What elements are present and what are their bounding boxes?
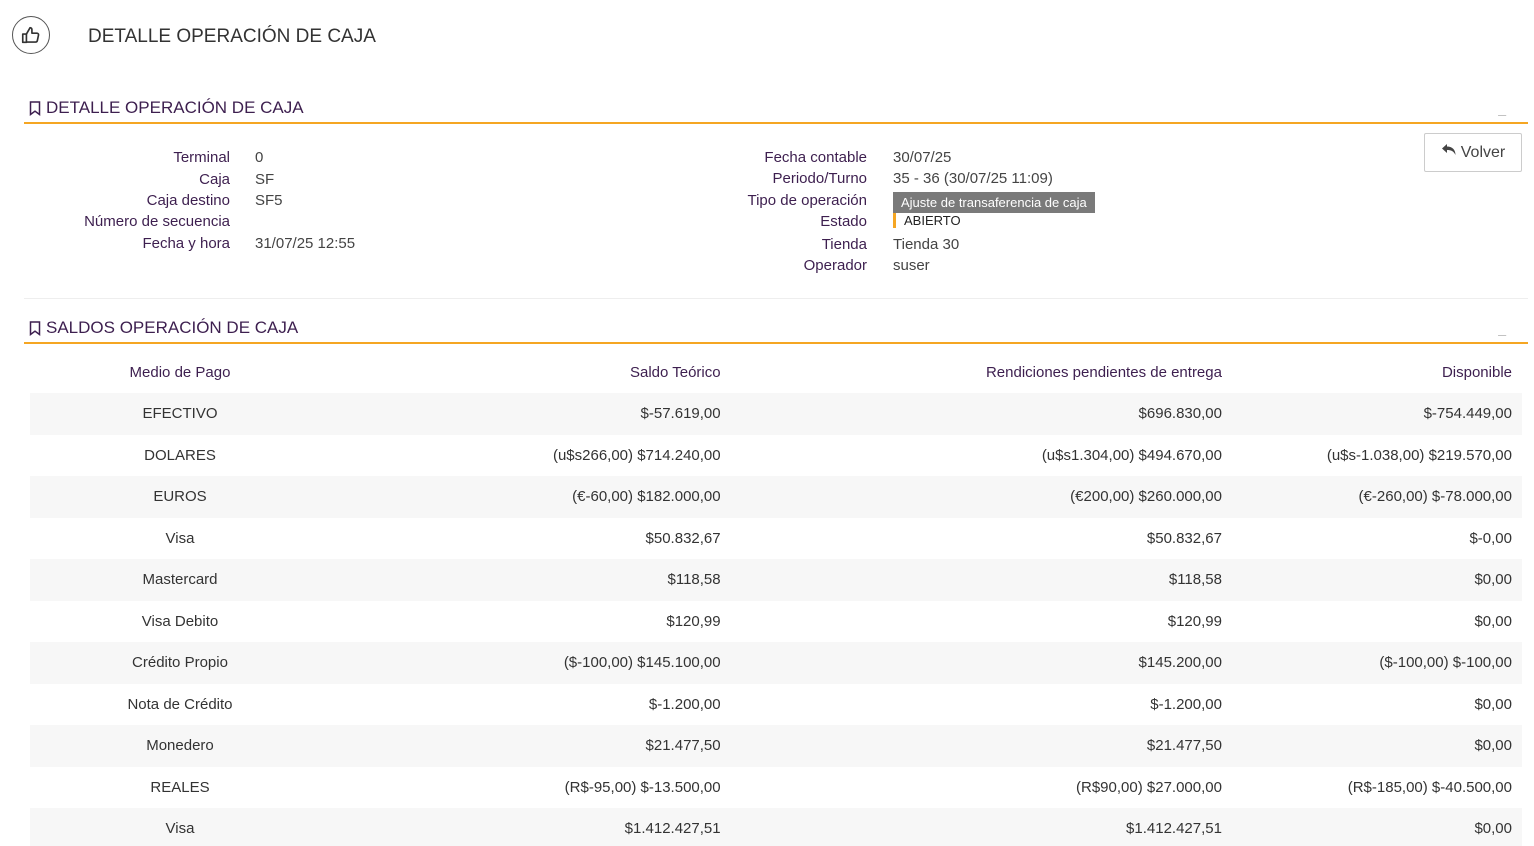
- reply-arrow-icon: [1441, 143, 1457, 162]
- minimize-icon[interactable]: _: [1498, 100, 1506, 116]
- operador-value: suser: [893, 257, 930, 274]
- rendiciones-cell: $118,58: [1168, 571, 1222, 589]
- medio-pago-cell: Visa Debito: [141, 612, 219, 630]
- disponible-cell: (u$s-1.038,00) $219.570,00: [1326, 446, 1512, 464]
- detail-section-title: DETALLE OPERACIÓN DE CAJA: [46, 98, 304, 117]
- section-divider: [24, 298, 1528, 299]
- saldo-teorico-cell: $118,58: [667, 571, 721, 589]
- fecha-hora-label: Fecha y hora: [142, 235, 230, 252]
- saldo-teorico-cell: (R$-95,00) $-13.500,00: [564, 778, 721, 796]
- saldo-teorico-cell: $-1.200,00: [648, 695, 721, 713]
- bookmark-icon: [29, 321, 41, 340]
- saldo-teorico-cell: $120,99: [666, 612, 721, 630]
- table-row: Visa Debito $120,99 $120,99 $0,00: [30, 601, 1522, 643]
- disponible-cell: (€-260,00) $-78.000,00: [1358, 488, 1512, 506]
- medio-pago-cell: EUROS: [153, 488, 207, 506]
- rendiciones-cell: $50.832,67: [1146, 529, 1222, 547]
- thumbs-up-icon[interactable]: [12, 16, 50, 54]
- disponible-cell: ($-100,00) $-100,00: [1379, 654, 1512, 672]
- periodo-turno-label: Periodo/Turno: [772, 170, 868, 187]
- page-title: DETALLE OPERACIÓN DE CAJA: [88, 26, 376, 47]
- disponible-cell: $0,00: [1474, 737, 1512, 755]
- table-row: EUROS (€-60,00) $182.000,00 (€200,00) $260…: [30, 476, 1522, 518]
- page-header: [12, 15, 50, 55]
- saldo-teorico-cell: $50.832,67: [645, 529, 721, 547]
- estado-label: Estado: [820, 213, 867, 230]
- medio-pago-cell: Visa: [165, 529, 195, 547]
- disponible-cell: $0,00: [1474, 695, 1512, 713]
- caja-label: Caja: [199, 171, 230, 188]
- saldos-section-title: SALDOS OPERACIÓN DE CAJA: [46, 318, 299, 337]
- disponible-cell: $0,00: [1474, 571, 1512, 589]
- rendiciones-cell: $21.477,50: [1146, 737, 1222, 755]
- medio-pago-cell: Visa: [165, 820, 195, 838]
- disponible-cell: (R$-185,00) $-40.500,00: [1347, 778, 1512, 796]
- saldo-teorico-cell: $21.477,50: [645, 737, 721, 755]
- disponible-cell: $-0,00: [1469, 529, 1512, 547]
- rendiciones-cell: (R$90,00) $27.000,00: [1076, 778, 1222, 796]
- medio-pago-cell: Mastercard: [142, 571, 218, 589]
- col-disponible[interactable]: Disponible: [1222, 352, 1522, 393]
- table-row: DOLARES (u$s266,00) $714.240,00 (u$s1.304,…: [30, 435, 1522, 477]
- tipo-operacion-label: Tipo de operación: [747, 192, 867, 209]
- rendiciones-cell: $-1.200,00: [1150, 695, 1222, 713]
- minimize-icon[interactable]: _: [1498, 320, 1506, 336]
- medio-pago-cell: DOLARES: [144, 446, 216, 464]
- col-saldo-teorico[interactable]: Saldo Teórico: [330, 352, 721, 393]
- rendiciones-cell: $145.200,00: [1138, 654, 1222, 672]
- saldo-teorico-cell: (u$s266,00) $714.240,00: [552, 446, 721, 464]
- fecha-contable-label: Fecha contable: [764, 149, 867, 166]
- tienda-value: Tienda 30: [893, 236, 960, 253]
- table-header-row: Medio de Pago Saldo Teórico Rendiciones …: [30, 352, 1522, 393]
- tipo-operacion-badge: Ajuste de transaferencia de caja: [893, 192, 1095, 213]
- table-row: EFECTIVO $-57.619,00 $696.830,00 $-754.449,…: [30, 393, 1522, 435]
- detail-section-header: DETALLE OPERACIÓN DE CAJA _: [24, 98, 1528, 124]
- rendiciones-cell: $1.412.427,51: [1126, 820, 1222, 838]
- table-row: Monedero $21.477,50 $21.477,50 $0,00: [30, 725, 1522, 767]
- fecha-contable-value: 30/07/25: [893, 149, 952, 166]
- numero-secuencia-label: Número de secuencia: [84, 213, 230, 230]
- operador-label: Operador: [803, 257, 867, 274]
- terminal-value: 0: [255, 149, 264, 166]
- rendiciones-cell: $120,99: [1167, 612, 1222, 630]
- rendiciones-cell: (u$s1.304,00) $494.670,00: [1041, 446, 1222, 464]
- saldos-table: Medio de Pago Saldo Teórico Rendiciones …: [30, 352, 1522, 846]
- table-row: Visa $1.412.427,51 $1.412.427,51 $0,00: [30, 808, 1522, 846]
- bookmark-icon: [29, 101, 41, 120]
- table-row: Mastercard $118,58 $118,58 $0,00: [30, 559, 1522, 601]
- disponible-cell: $0,00: [1474, 612, 1512, 630]
- saldos-section-header: SALDOS OPERACIÓN DE CAJA _: [24, 318, 1528, 344]
- col-medio-pago[interactable]: Medio de Pago: [30, 352, 330, 393]
- fecha-hora-value: 31/07/25 12:55: [255, 235, 356, 252]
- saldo-teorico-cell: ($-100,00) $145.100,00: [563, 654, 721, 672]
- disponible-cell: $0,00: [1474, 820, 1512, 838]
- estado-status: ABIERTO: [893, 213, 961, 228]
- table-row: Crédito Propio ($-100,00) $145.100,00 $145…: [30, 642, 1522, 684]
- disponible-cell: $-754.449,00: [1423, 405, 1512, 423]
- medio-pago-cell: Crédito Propio: [132, 654, 228, 672]
- table-row: REALES (R$-95,00) $-13.500,00 (R$90,00) $2…: [30, 767, 1522, 809]
- caja-destino-value: SF5: [255, 192, 283, 209]
- medio-pago-cell: EFECTIVO: [142, 405, 218, 423]
- saldo-teorico-cell: (€-60,00) $182.000,00: [572, 488, 721, 506]
- periodo-turno-value: 35 - 36 (30/07/25 11:09): [893, 170, 1053, 187]
- saldo-teorico-cell: $1.412.427,51: [624, 820, 721, 838]
- rendiciones-cell: (€200,00) $260.000,00: [1070, 488, 1222, 506]
- volver-button[interactable]: Volver: [1424, 133, 1522, 172]
- saldo-teorico-cell: $-57.619,00: [640, 405, 721, 423]
- medio-pago-cell: Nota de Crédito: [127, 695, 233, 713]
- medio-pago-cell: Monedero: [146, 737, 214, 755]
- table-row: Nota de Crédito $-1.200,00 $-1.200,00 $0,00: [30, 684, 1522, 726]
- table-row: Visa $50.832,67 $50.832,67 $-0,00: [30, 518, 1522, 560]
- terminal-label: Terminal: [173, 149, 230, 166]
- tienda-label: Tienda: [821, 236, 867, 253]
- medio-pago-cell: REALES: [150, 778, 210, 796]
- col-rendiciones-pendientes[interactable]: Rendiciones pendientes de entrega: [721, 352, 1222, 393]
- caja-value: SF: [255, 171, 275, 188]
- volver-label: Volver: [1460, 143, 1506, 161]
- rendiciones-cell: $696.830,00: [1138, 405, 1222, 423]
- caja-destino-label: Caja destino: [146, 192, 230, 209]
